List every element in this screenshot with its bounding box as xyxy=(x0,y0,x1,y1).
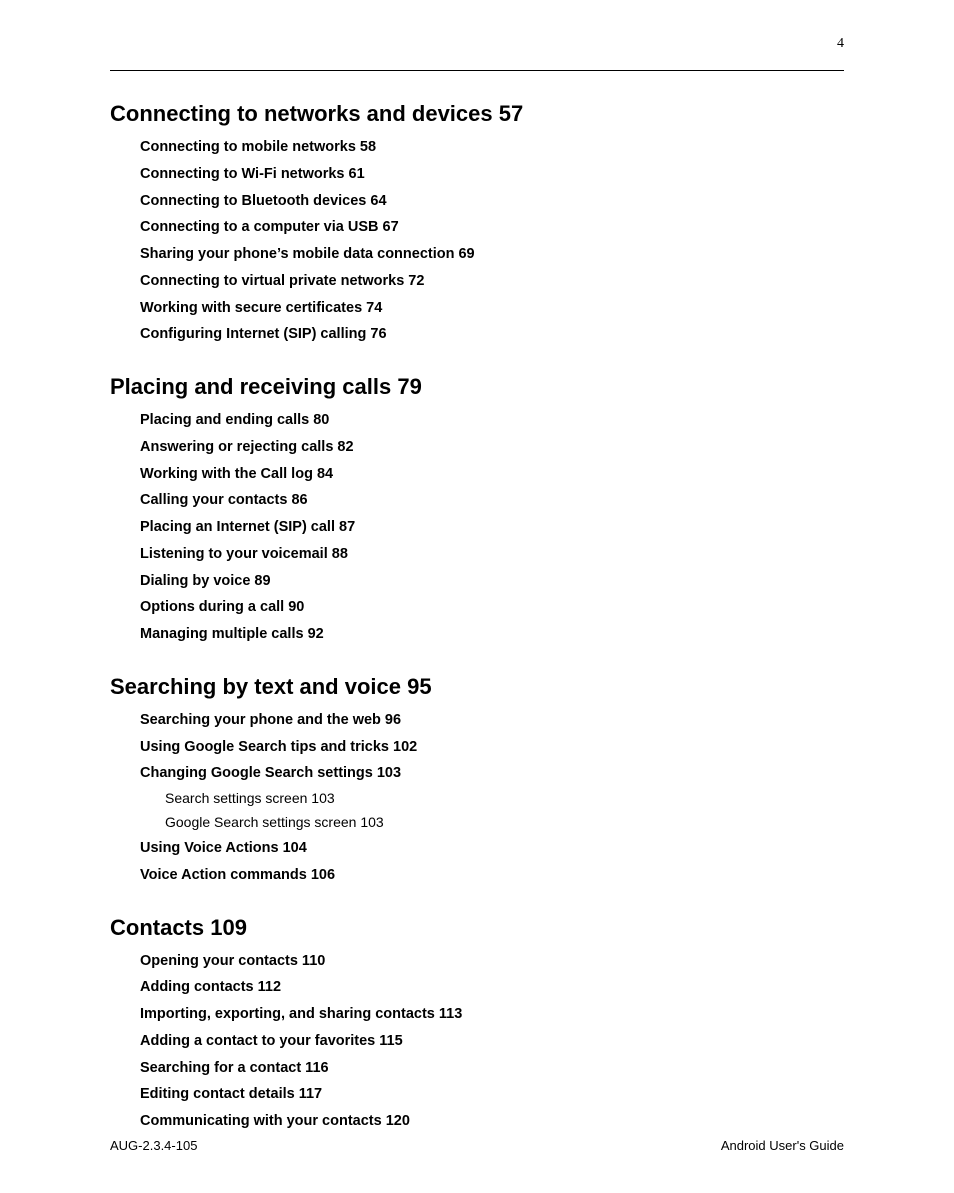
page: 4 Connecting to networks and devices 57C… xyxy=(0,0,954,1193)
section-heading-3: Contacts 109 xyxy=(110,915,844,941)
footer-left: AUG-2.3.4-105 xyxy=(110,1138,197,1153)
toc-item-2-0: Searching your phone and the web 96 xyxy=(140,710,844,732)
toc-item-0-1: Connecting to Wi-Fi networks 61 xyxy=(140,164,844,186)
toc-item-3-5: Editing contact details 117 xyxy=(140,1084,844,1106)
toc-item-0-7: Configuring Internet (SIP) calling 76 xyxy=(140,324,844,346)
toc-item-3-6: Communicating with your contacts 120 xyxy=(140,1111,844,1133)
toc-item-2-5: Using Voice Actions 104 xyxy=(140,838,844,860)
toc-item-1-2: Working with the Call log 84 xyxy=(140,464,844,486)
section-heading-0: Connecting to networks and devices 57 xyxy=(110,101,844,127)
toc-item-3-3: Adding a contact to your favorites 115 xyxy=(140,1031,844,1053)
toc-item-3-2: Importing, exporting, and sharing contac… xyxy=(140,1004,844,1026)
toc-item-1-3: Calling your contacts 86 xyxy=(140,490,844,512)
section-heading-1: Placing and receiving calls 79 xyxy=(110,374,844,400)
footer: AUG-2.3.4-105 Android User's Guide xyxy=(110,1138,844,1153)
toc-item-1-4: Placing an Internet (SIP) call 87 xyxy=(140,517,844,539)
toc-item-0-6: Working with secure certificates 74 xyxy=(140,298,844,320)
toc-item-2-2: Changing Google Search settings 103 xyxy=(140,763,844,785)
toc-item-3-4: Searching for a contact 116 xyxy=(140,1058,844,1080)
toc-item-3-1: Adding contacts 112 xyxy=(140,977,844,999)
footer-right: Android User's Guide xyxy=(721,1138,844,1153)
toc-item-1-1: Answering or rejecting calls 82 xyxy=(140,437,844,459)
toc-item-1-0: Placing and ending calls 80 xyxy=(140,410,844,432)
toc-item-1-5: Listening to your voicemail 88 xyxy=(140,544,844,566)
toc-item-1-7: Options during a call 90 xyxy=(140,597,844,619)
toc-item-2-1: Using Google Search tips and tricks 102 xyxy=(140,737,844,759)
toc-item-2-6: Voice Action commands 106 xyxy=(140,865,844,887)
toc-container: Connecting to networks and devices 57 Con… xyxy=(110,101,844,1133)
toc-subitem-2-3: Search settings screen 103 xyxy=(165,788,844,809)
page-number: 4 xyxy=(837,36,844,52)
toc-item-0-5: Connecting to virtual private networks 7… xyxy=(140,271,844,293)
toc-item-1-8: Managing multiple calls 92 xyxy=(140,624,844,646)
toc-item-1-6: Dialing by voice 89 xyxy=(140,571,844,593)
toc-item-0-4: Sharing your phone’s mobile data connect… xyxy=(140,244,844,266)
toc-item-0-3: Connecting to a computer via USB 67 xyxy=(140,217,844,239)
toc-item-0-2: Connecting to Bluetooth devices 64 xyxy=(140,191,844,213)
toc-item-0-0: Connecting to mobile networks 58 xyxy=(140,137,844,159)
toc-subitem-2-4: Google Search settings screen 103 xyxy=(165,812,844,833)
toc-item-3-0: Opening your contacts 110 xyxy=(140,951,844,973)
section-heading-2: Searching by text and voice 95 xyxy=(110,674,844,700)
top-rule xyxy=(110,70,844,71)
